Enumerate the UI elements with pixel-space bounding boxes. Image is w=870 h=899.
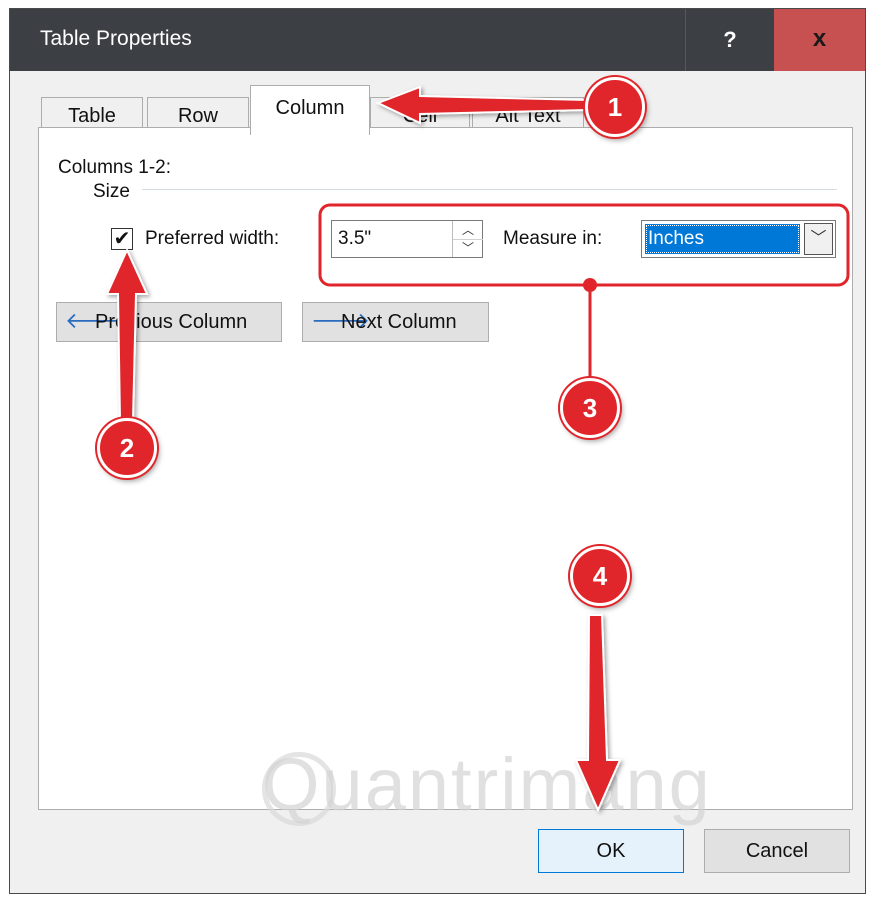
columns-range-label: Columns 1-2: (58, 157, 171, 178)
callout-4: 4 (570, 546, 630, 606)
measure-in-value: Inches (645, 224, 800, 254)
next-column-label: Next Column (341, 311, 457, 333)
chevron-up-icon[interactable]: ︿ (453, 221, 483, 240)
tab-cell-label: Cell (402, 105, 438, 127)
chevron-down-icon[interactable]: ﹀ (453, 239, 483, 257)
cancel-button[interactable]: Cancel (704, 829, 850, 873)
close-button[interactable]: x (774, 9, 865, 71)
checkmark-icon: ✔ (113, 228, 131, 250)
tab-table-label: Table (68, 105, 116, 127)
ok-button[interactable]: OK (538, 829, 684, 873)
previous-column-button[interactable]: 🡐 Previous Column (56, 302, 282, 342)
dialog-title: Table Properties (40, 27, 192, 50)
width-spinner: ︿ ﹀ (452, 221, 483, 257)
column-tab-panel: Columns 1-2: Size ✔ Preferred width: 3.5… (38, 127, 853, 810)
callout-2: 2 (97, 418, 157, 478)
previous-column-label: Previous Column (95, 311, 248, 333)
preferred-width-checkbox[interactable]: ✔ (111, 228, 133, 250)
size-divider (142, 189, 837, 190)
callout-3: 3 (560, 378, 620, 438)
preferred-width-label: Preferred width: (145, 228, 280, 249)
tab-row-label: Row (177, 105, 218, 127)
width-value: 3.5" (338, 228, 372, 249)
callout-1: 1 (585, 77, 645, 137)
size-section-label: Size (93, 181, 130, 202)
next-column-button[interactable]: 🡒 Next Column (302, 302, 489, 342)
measure-in-label: Measure in: (503, 228, 603, 249)
tab-column[interactable]: Column (250, 85, 370, 135)
measure-in-select[interactable]: Inches ﹀ (641, 220, 836, 258)
tab-column-label: Column (275, 97, 345, 119)
watermark-text: Quantrimang (262, 743, 712, 826)
title-bar: Table Properties ? x (10, 9, 865, 71)
tab-alt-text-label: Alt Text (495, 105, 561, 127)
chevron-down-icon[interactable]: ﹀ (804, 223, 833, 255)
help-button[interactable]: ? (685, 9, 774, 71)
